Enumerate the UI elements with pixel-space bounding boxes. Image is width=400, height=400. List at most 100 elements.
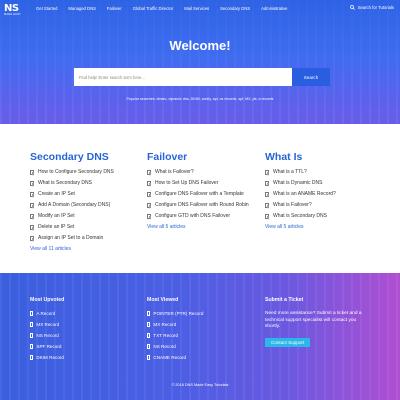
article-title: What is a TTL? xyxy=(273,169,307,175)
category-section: Secondary DNS How to Configure Secondary… xyxy=(0,124,400,252)
footer-article-title: A Record xyxy=(36,311,56,316)
footer-article-link[interactable]: NS Record xyxy=(30,333,64,338)
article-title: Assign an IP Set to a Domain xyxy=(38,235,104,241)
document-icon xyxy=(30,202,34,208)
article-title: What is Failover? xyxy=(155,169,194,175)
page-title: Welcome! xyxy=(169,38,231,53)
view-all-link[interactable]: View all 11 articles xyxy=(30,246,140,252)
article-title: What is Failover? xyxy=(273,202,312,208)
hero-pattern xyxy=(0,0,400,124)
most-viewed-list: Most Viewed POINTER (PTR) Record MX Reco… xyxy=(147,297,203,366)
article-link[interactable]: What is Failover? xyxy=(147,169,257,175)
footer-article-title: TXT Record xyxy=(153,333,179,338)
nav-item-secondary-dns[interactable]: Secondary DNS xyxy=(220,6,250,11)
document-icon xyxy=(147,213,151,219)
site-footer: Most Upvoted A Record MX Record NS Recor… xyxy=(0,273,400,400)
article-title: Configure GTD with DNS Failover xyxy=(155,213,231,219)
article-title: Configure DNS Failover with Round Robin xyxy=(155,202,249,208)
category-title[interactable]: Secondary DNS xyxy=(30,151,140,163)
footer-article-link[interactable]: MX Record xyxy=(30,322,64,327)
document-icon xyxy=(30,224,34,230)
article-link[interactable]: What is Secondary DNS xyxy=(30,180,140,186)
article-title: What is an ANAME Record? xyxy=(273,191,336,197)
nav-item-failover[interactable]: Failover xyxy=(107,6,122,11)
article-link[interactable]: Configure DNS Failover with Round Robin xyxy=(147,202,257,208)
footer-article-link[interactable]: SPF Record xyxy=(30,344,64,349)
submit-ticket: Submit a Ticket Need more assistance? Su… xyxy=(265,297,369,349)
article-link[interactable]: How to Set Up DNS Failover xyxy=(147,180,257,186)
search-input[interactable]: Find help! Enter search term here... xyxy=(74,68,292,86)
article-link[interactable]: What is Failover? xyxy=(265,202,375,208)
footer-article-title: POINTER (PTR) Record xyxy=(153,311,204,316)
document-icon xyxy=(147,202,151,208)
most-upvoted-title: Most Upvoted xyxy=(30,297,65,303)
footer-article-link[interactable]: MX Record xyxy=(147,322,203,327)
category-title[interactable]: Failover xyxy=(147,151,257,163)
document-icon xyxy=(147,169,151,175)
popular-searches: Popular searches: dmarc, dynamic dns, DK… xyxy=(126,97,274,101)
article-title: Create an IP Set xyxy=(38,191,75,197)
nav-item-global-traffic-director[interactable]: Global Traffic Director xyxy=(133,6,173,11)
article-link[interactable]: What is an ANAME Record? xyxy=(265,191,375,197)
article-title: Configure DNS Failover with a Template xyxy=(155,191,244,197)
article-link[interactable]: Modify an IP Set xyxy=(30,213,140,219)
category-secondary-dns: Secondary DNS How to Configure Secondary… xyxy=(30,151,140,252)
search-button[interactable]: Search xyxy=(292,68,330,86)
document-icon xyxy=(265,202,269,208)
logo-subtitle: MADE EASY xyxy=(4,13,21,16)
footer-article-link[interactable]: CNAME Record xyxy=(147,355,203,360)
article-link[interactable]: Add A Domain (Secondary DNS) xyxy=(30,202,140,208)
article-link[interactable]: Create an IP Set xyxy=(30,191,140,197)
document-icon xyxy=(147,311,151,316)
view-all-link[interactable]: View all 5 articles xyxy=(147,224,257,230)
document-icon xyxy=(265,213,269,219)
nav-search[interactable]: Search for Tutorials xyxy=(349,5,394,10)
document-icon xyxy=(30,191,34,197)
submit-ticket-title: Submit a Ticket xyxy=(265,297,304,303)
nav-item-administrative[interactable]: Administrative xyxy=(261,6,287,11)
top-nav: Get Started Managed DNS Failover Global … xyxy=(36,6,298,11)
nav-item-managed-dns[interactable]: Managed DNS xyxy=(68,6,95,11)
document-icon xyxy=(30,213,34,219)
site-logo[interactable]: NS MADE EASY xyxy=(4,4,26,17)
footer-article-link[interactable]: NS Record xyxy=(147,344,203,349)
article-title: Delete an IP Set xyxy=(38,224,75,230)
view-all-link[interactable]: View all 5 articles xyxy=(265,224,375,230)
article-link[interactable]: Configure GTD with DNS Failover xyxy=(147,213,257,219)
article-title: What is Dynamic DNS xyxy=(273,180,323,186)
search-icon xyxy=(349,5,355,10)
footer-article-link[interactable]: POINTER (PTR) Record xyxy=(147,311,203,316)
category-title[interactable]: What Is xyxy=(265,151,375,163)
document-icon xyxy=(30,169,34,175)
submit-ticket-text: Need more assistance? Submit a ticket an… xyxy=(265,311,362,330)
nav-item-mail-services[interactable]: Mail Services xyxy=(184,6,209,11)
footer-article-link[interactable]: TXT Record xyxy=(147,333,203,338)
document-icon xyxy=(147,322,151,327)
hero-banner: NS MADE EASY Get Started Managed DNS Fai… xyxy=(0,0,400,124)
category-what-is: What Is What is a TTL? What is Dynamic D… xyxy=(265,151,375,230)
contact-support-button[interactable]: Contact Support xyxy=(265,337,311,347)
article-title: Add A Domain (Secondary DNS) xyxy=(38,202,111,208)
article-link[interactable]: How to Configure Secondary DNS xyxy=(30,169,140,175)
article-link[interactable]: What is a TTL? xyxy=(265,169,375,175)
footer-article-link[interactable]: A Record xyxy=(30,311,64,316)
footer-article-title: SPF Record xyxy=(36,344,62,349)
article-title: What is Secondary DNS xyxy=(38,180,92,186)
article-link[interactable]: Delete an IP Set xyxy=(30,224,140,230)
article-link[interactable]: What is Dynamic DNS xyxy=(265,180,375,186)
article-link[interactable]: Assign an IP Set to a Domain xyxy=(30,235,140,241)
document-icon xyxy=(30,180,34,186)
footer-article-link[interactable]: DKIM Record xyxy=(30,355,64,360)
article-title: How to Configure Secondary DNS xyxy=(38,169,114,175)
document-icon xyxy=(30,235,34,241)
article-link[interactable]: What is Secondary DNS xyxy=(265,213,375,219)
nav-search-label: Search for Tutorials xyxy=(357,5,394,10)
footer-article-title: NS Record xyxy=(36,333,59,338)
article-title: What is Secondary DNS xyxy=(273,213,327,219)
category-failover: Failover What is Failover? How to Set Up… xyxy=(147,151,257,230)
article-link[interactable]: Configure DNS Failover with a Template xyxy=(147,191,257,197)
most-viewed-title: Most Viewed xyxy=(147,297,179,303)
document-icon xyxy=(265,191,269,197)
nav-item-get-started[interactable]: Get Started xyxy=(36,6,57,11)
document-icon xyxy=(147,344,151,349)
